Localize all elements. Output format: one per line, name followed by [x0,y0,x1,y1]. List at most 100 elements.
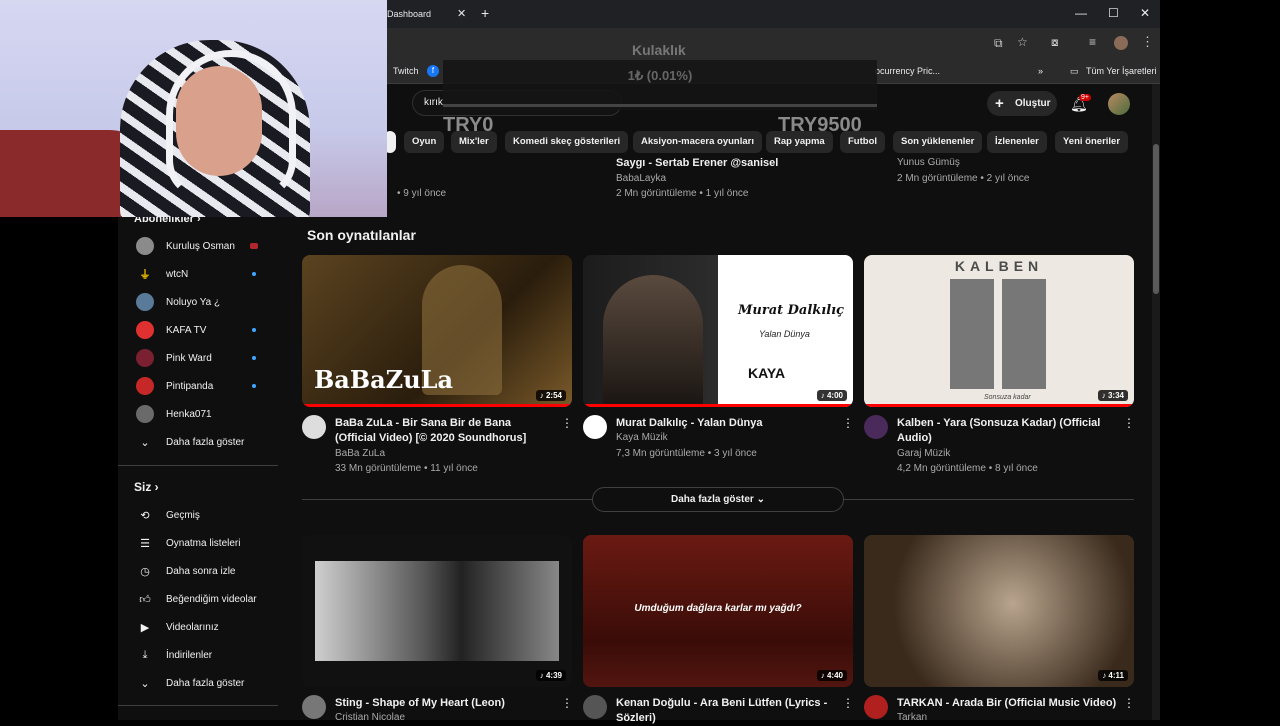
sidebar-item-subscription[interactable]: Noluyo Ya ¿ [136,292,276,312]
new-tab-icon[interactable]: + [481,5,489,21]
video-title[interactable]: Saygı - Sertab Erener @sanisel [616,157,778,169]
video-thumbnail[interactable]: KALBEN Sonsuza kadar ♪ 3:34 [864,255,1134,407]
channel-name[interactable]: BaBa ZuLa [335,448,385,459]
show-more-button[interactable]: Daha fazla göster ⌄ [592,487,844,512]
duration-badge: ♪ 4:39 [536,670,566,681]
goal-progress-track [443,104,877,107]
channel-avatar[interactable] [302,415,326,439]
more-options-icon[interactable]: ⋮ [842,696,854,710]
facebook-icon[interactable]: f [427,65,439,77]
user-avatar[interactable] [1108,93,1130,115]
video-title[interactable]: TARKAN - Arada Bir (Official Music Video… [897,696,1117,711]
maximize-icon[interactable]: ☐ [1108,6,1119,20]
notification-badge: 9+ [1079,94,1091,101]
video-title[interactable]: BaBa ZuLa - Bir Sana Bir de Bana (Offici… [335,416,555,446]
channel-name[interactable]: Tarkan [897,712,927,723]
channel-avatar[interactable] [864,695,888,719]
menu-icon[interactable]: ⋮ [1141,34,1154,50]
thumb-subtext: Yalan Dünya [759,329,810,339]
more-options-icon[interactable]: ⋮ [842,416,854,430]
window-close-icon[interactable]: ✕ [1140,6,1150,20]
channel-avatar[interactable] [864,415,888,439]
watch-progress [864,404,1134,407]
video-thumbnail[interactable]: BaBaZuLa ♪ 2:54 [302,255,572,407]
sidebar-show-more[interactable]: ⌄Daha fazla göster [136,432,276,452]
divider [118,465,278,466]
channel-name[interactable]: Garaj Müzik [897,448,950,459]
thumb-subtext: Sonsuza kadar [984,394,1031,401]
video-title[interactable]: Murat Dalkılıç - Yalan Dünya [616,416,836,431]
video-meta: 4,2 Mn görüntüleme • 8 yıl önce [897,463,1038,474]
channel-avatar[interactable] [583,695,607,719]
channel-avatar[interactable] [302,695,326,719]
minimize-icon[interactable]: — [1075,6,1087,20]
chevron-down-icon: ⌄ [136,433,154,451]
goal-amount: 1₺ (0.01%) [443,68,877,84]
scrollbar-thumb[interactable] [1153,144,1159,294]
more-options-icon[interactable]: ⋮ [1123,416,1135,430]
video-thumbnail[interactable]: ♪ 4:39 [302,535,572,687]
sidebar-item-subscription[interactable]: Henka071 [136,404,276,424]
channel-name[interactable]: Kaya Müzik [616,432,668,443]
chip[interactable]: Aksiyon-macera oyunları [633,131,762,153]
thumb-text: BaBaZuLa [314,365,453,394]
channel-name[interactable]: Cristian Nicolae [335,712,405,723]
extensions-icon[interactable]: ⧇ [1051,35,1059,50]
scrollbar[interactable] [1152,84,1160,720]
new-content-dot [252,356,256,360]
bookmark-star-icon[interactable]: ☆ [1017,35,1028,49]
chip[interactable]: İzlenenler [987,131,1047,153]
channel-avatar [136,237,154,255]
more-bookmarks-icon[interactable]: » [1038,66,1043,76]
chip[interactable]: Komedi skeç gösterileri [505,131,628,153]
new-content-dot [252,328,256,332]
tab-close-icon[interactable]: ✕ [457,7,466,20]
video-icon: ▶ [136,618,154,636]
sidebar-item-liked[interactable]: 👍︎Beğendiğim videolar [136,589,276,609]
thumb-image [315,561,559,661]
channel-name[interactable]: Yunus Gümüş [897,157,960,168]
sidebar-item-history[interactable]: ⟲Geçmiş [136,505,276,525]
live-icon [250,243,258,249]
you-header[interactable]: Siz › [134,480,159,494]
video-thumbnail[interactable]: ♪ 4:11 [864,535,1134,687]
search-input[interactable]: kırık [424,97,443,108]
more-options-icon[interactable]: ⋮ [561,416,573,430]
new-content-dot [252,384,256,388]
video-thumbnail[interactable]: Umduğum dağlara karlar mı yağdı? ♪ 4:40 [583,535,853,687]
chevron-down-icon: ⌄ [136,674,154,692]
sidebar-item-playlists[interactable]: ☰Oynatma listeleri [136,533,276,553]
duration-badge: ♪ 2:54 [536,390,566,401]
chip[interactable]: Oyun [404,131,444,153]
cast-icon[interactable]: ⧉ [994,36,1003,51]
bookmark-twitch[interactable]: Twitch [393,66,419,76]
video-title[interactable]: Sting - Shape of My Heart (Leon) [335,696,555,711]
goal-min: TRY0 [443,114,493,137]
channel-avatar[interactable] [583,415,607,439]
bookmark-crypto[interactable]: ocurrency Pric... [875,66,940,76]
plus-icon: + [995,91,1004,116]
new-content-dot [252,272,256,276]
video-thumbnail[interactable]: Murat Dalkılıç Yalan Dünya KAYA ♪ 4:00 [583,255,853,407]
create-button[interactable]: + Oluştur [987,91,1057,116]
profile-avatar[interactable] [1114,36,1128,50]
show-more-label: Daha fazla göster [671,494,754,505]
chip[interactable]: Son yüklenenler [893,131,982,153]
more-options-icon[interactable]: ⋮ [561,696,573,710]
media-icon[interactable]: ≡ [1089,35,1096,49]
sidebar-item-your-videos[interactable]: ▶Videolarınız [136,617,276,637]
sidebar-show-more[interactable]: ⌄Daha fazla göster [136,673,276,693]
download-icon: ⤓ [136,646,154,664]
more-options-icon[interactable]: ⋮ [1123,696,1135,710]
video-title[interactable]: Kalben - Yara (Sonsuza Kadar) (Official … [897,416,1117,446]
duration-badge: ♪ 4:11 [1098,670,1128,681]
address-bar[interactable]: ⧉ ☆ ⧇ ≡ ⋮ [387,28,1160,60]
sidebar-item-downloads[interactable]: ⤓İndirilenler [136,645,276,665]
bookmark-all[interactable]: Tüm Yer İşaretleri [1086,66,1157,76]
video-meta: 2 Mn görüntüleme • 1 yıl önce [616,188,748,199]
video-title[interactable]: Kenan Doğulu - Ara Beni Lütfen (Lyrics -… [616,696,836,726]
chip[interactable]: Yeni öneriler [1055,131,1128,153]
sidebar-item-watch-later[interactable]: ◷Daha sonra izle [136,561,276,581]
create-label: Oluştur [1015,91,1051,116]
channel-name[interactable]: BabaLayka [616,173,666,184]
